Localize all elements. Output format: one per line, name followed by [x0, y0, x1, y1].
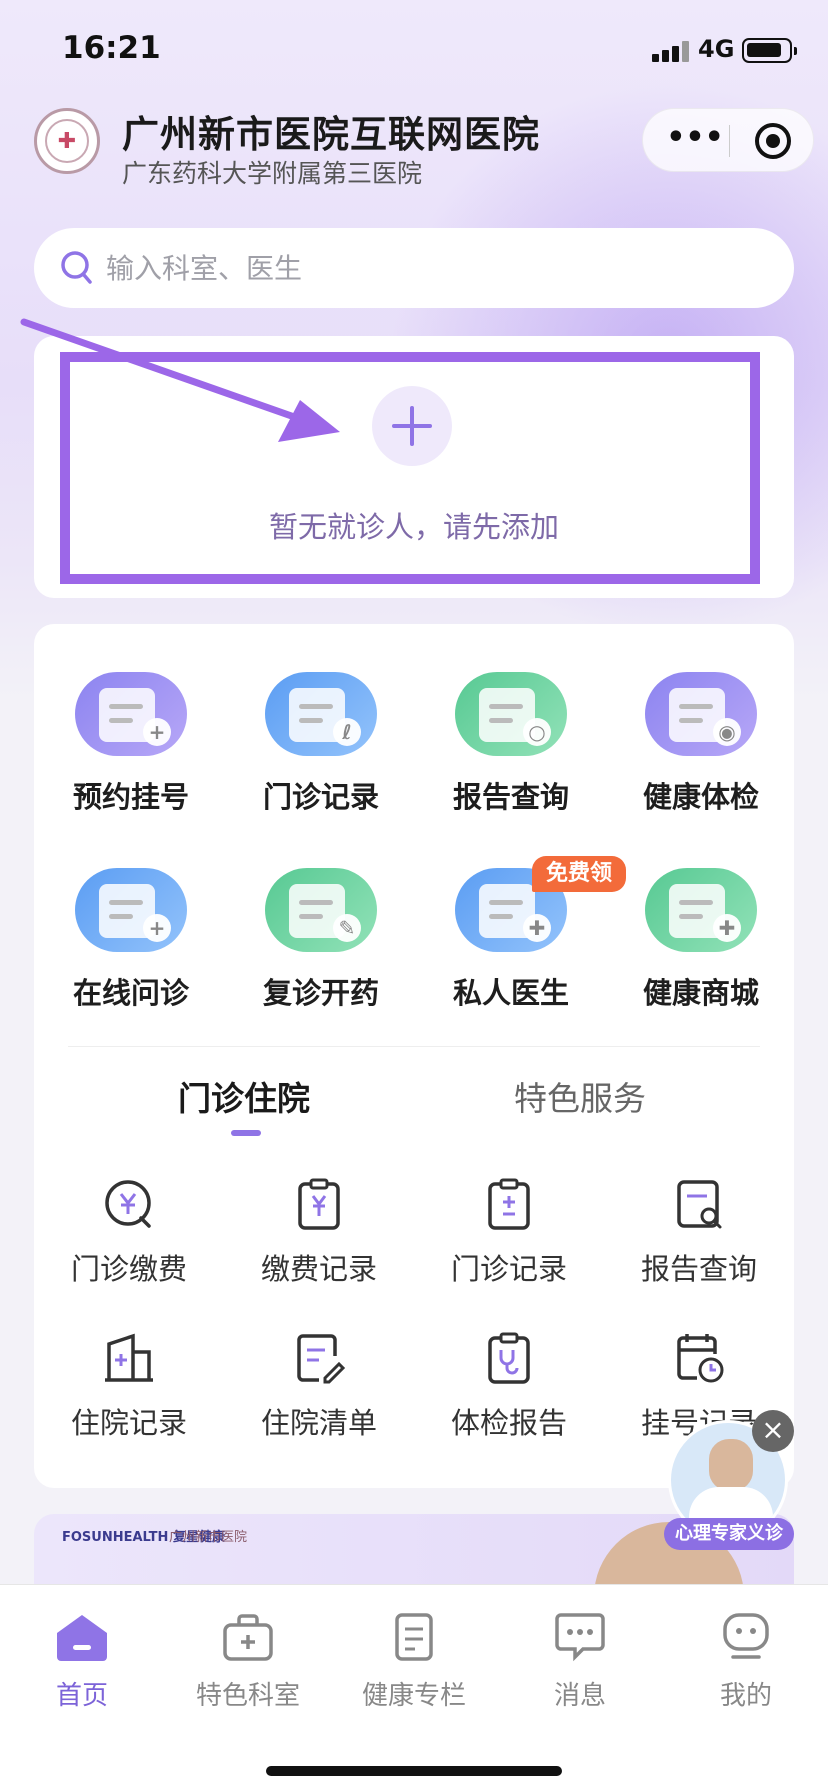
tabbar-home[interactable]: 首页	[22, 1611, 142, 1712]
empty-patient-text: 暂无就诊人，请先添加	[268, 510, 559, 544]
yuan-payment-icon	[105, 1180, 151, 1228]
more-icon[interactable]: •••	[665, 123, 725, 155]
service-outpatient-records[interactable]: ℓ 门诊记录	[226, 672, 416, 816]
service-appointment[interactable]: + 预约挂号	[36, 672, 226, 816]
service-label: 门诊记录	[262, 780, 379, 814]
search-icon	[61, 251, 92, 284]
message-icon	[555, 1613, 605, 1662]
close-target-icon[interactable]	[755, 123, 791, 159]
outpatient-label: 门诊缴费	[70, 1252, 187, 1286]
search-input[interactable]	[106, 242, 746, 294]
hospital-logo: ✚	[34, 108, 100, 174]
tabbar-label: 健康专栏	[361, 1681, 466, 1711]
search-bar[interactable]	[34, 228, 794, 308]
cross-icon: ✚	[45, 119, 89, 163]
tabbar-messages[interactable]: 消息	[520, 1611, 640, 1712]
chat-add-icon: +	[75, 868, 187, 952]
status-bar: 16:21 4G	[0, 0, 828, 100]
shop-icon: ✚	[645, 868, 757, 952]
outpatient-label: 门诊记录	[450, 1252, 567, 1286]
battery-icon	[742, 38, 797, 63]
clipboard-stethoscope-icon	[488, 1332, 530, 1384]
home-icon	[57, 1615, 107, 1661]
network-label: 4G	[698, 35, 735, 63]
outpatient-label: 报告查询	[640, 1252, 757, 1286]
close-icon[interactable]: ×	[752, 1410, 794, 1452]
capsule-divider	[729, 125, 730, 157]
tabbar-label: 我的	[719, 1681, 772, 1711]
outpatient-label: 住院清单	[260, 1406, 377, 1440]
report-query[interactable]: 报告查询	[604, 1176, 794, 1288]
home-indicator	[266, 1766, 562, 1776]
bottom-tab-bar: 首页 特色科室 健康专栏 消息 我的	[0, 1584, 828, 1792]
promo-hospital: 广州新市医院	[169, 1530, 248, 1545]
service-label: 复诊开药	[262, 976, 379, 1010]
inpatient-bill[interactable]: 住院清单	[224, 1330, 414, 1442]
tabbar-label: 消息	[553, 1681, 606, 1711]
prescription-icon: ✎	[265, 868, 377, 952]
section-divider	[68, 1046, 760, 1047]
service-report-query[interactable]: ○ 报告查询	[416, 672, 606, 816]
article-icon	[395, 1613, 433, 1661]
tabbar-label: 首页	[55, 1681, 108, 1711]
service-label: 私人医生	[452, 976, 569, 1010]
service-label: 健康商城	[642, 976, 759, 1010]
tabbar-label: 特色科室	[195, 1681, 300, 1711]
calendar-clock-icon	[677, 1334, 724, 1383]
outpatient-label: 住院记录	[70, 1406, 187, 1440]
tabbar-special-departments[interactable]: 特色科室	[188, 1611, 308, 1712]
record-stethoscope-icon: ℓ	[265, 672, 377, 756]
profile-icon	[723, 1613, 769, 1659]
doctor-avatar	[709, 1439, 753, 1491]
floating-expert-label[interactable]: 心理专家义诊	[664, 1518, 794, 1550]
add-patient-button[interactable]	[372, 386, 452, 466]
report-search-icon: ○	[455, 672, 567, 756]
clipboard-plusminus-icon	[488, 1178, 530, 1230]
service-prescription[interactable]: ✎ 复诊开药	[226, 868, 416, 1012]
free-badge: 免费领	[532, 856, 627, 892]
service-label: 报告查询	[452, 780, 569, 814]
tabbar-profile[interactable]: 我的	[686, 1611, 806, 1712]
checkup-report[interactable]: 体检报告	[414, 1330, 604, 1442]
document-search-icon	[677, 1180, 722, 1229]
page-title: 广州新市医院互联网医院	[122, 113, 540, 156]
outpatient-label: 缴费记录	[260, 1252, 377, 1286]
page-subtitle: 广东药科大学附属第三医院	[122, 159, 423, 188]
tab-indicator	[231, 1130, 261, 1136]
miniprogram-capsule: •••	[642, 108, 814, 172]
tabbar-health-column[interactable]: 健康专栏	[354, 1611, 474, 1712]
payment-clipboard-icon	[298, 1178, 340, 1230]
annotation-arrow-icon	[20, 318, 340, 442]
service-label: 健康体检	[642, 780, 759, 814]
outpatient-records[interactable]: 门诊记录	[414, 1176, 604, 1288]
building-location-icon: ◉	[645, 672, 757, 756]
service-label: 在线问诊	[72, 976, 189, 1010]
service-health-checkup[interactable]: ◉ 健康体检	[606, 672, 796, 816]
tab-outpatient-inpatient[interactable]: 门诊住院	[178, 1072, 310, 1120]
inpatient-records[interactable]: 住院记录	[34, 1330, 224, 1442]
medical-kit-icon	[223, 1614, 273, 1661]
status-time: 16:21	[62, 30, 161, 66]
document-edit-icon	[297, 1334, 346, 1384]
service-health-mall[interactable]: ✚ 健康商城	[606, 868, 796, 1012]
service-online-consult[interactable]: + 在线问诊	[36, 868, 226, 1012]
calendar-add-icon: +	[75, 672, 187, 756]
hospital-building-icon	[105, 1333, 153, 1382]
outpatient-label: 体检报告	[450, 1406, 567, 1440]
outpatient-payment[interactable]: 门诊缴费	[34, 1176, 224, 1288]
tab-special-services[interactable]: 特色服务	[514, 1072, 646, 1120]
payment-records[interactable]: 缴费记录	[224, 1176, 414, 1288]
plus-icon	[392, 406, 432, 446]
service-label: 预约挂号	[72, 780, 189, 814]
signal-icon	[652, 40, 692, 62]
